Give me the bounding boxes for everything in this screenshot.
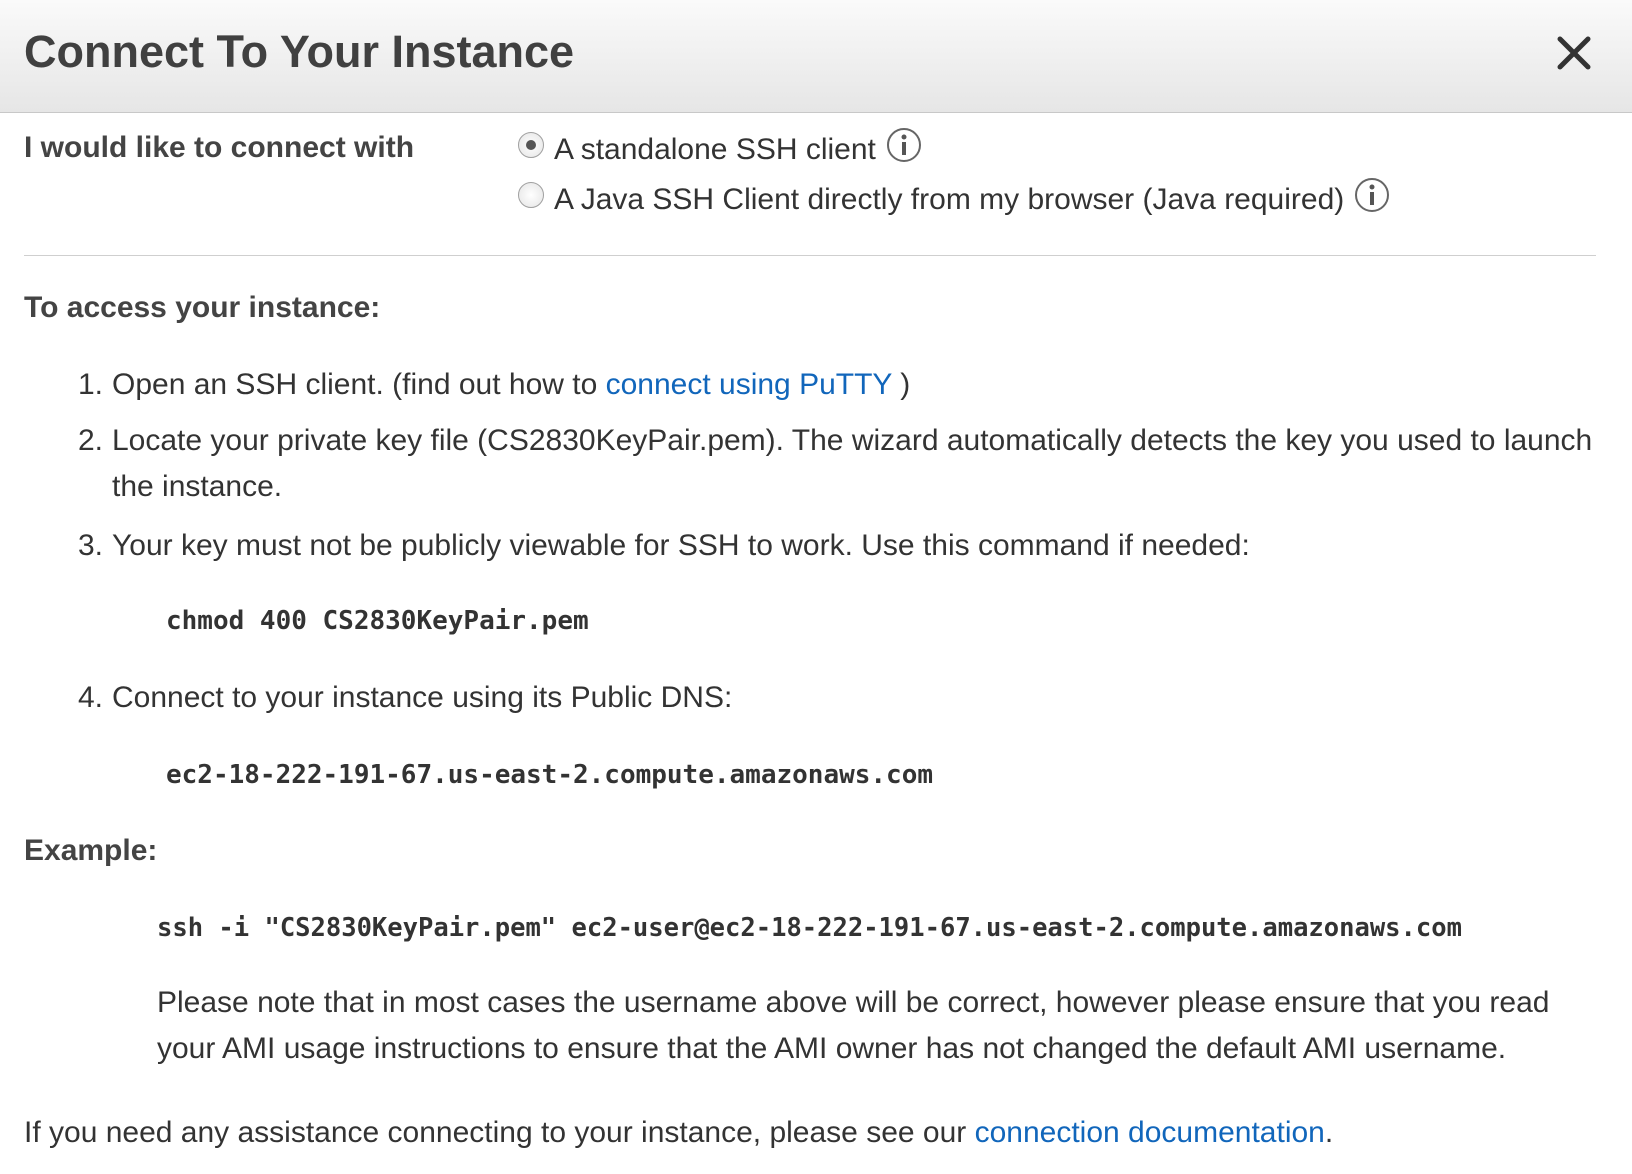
ssh-example-command: ssh -i "CS2830KeyPair.pem" ec2-user@ec2-… bbox=[157, 913, 1462, 943]
step-1: 1. Open an SSH client. (find out how to … bbox=[78, 362, 1598, 408]
footer-suffix: . bbox=[1324, 1116, 1334, 1149]
chmod-command: chmod 400 CS2830KeyPair.pem bbox=[166, 606, 589, 636]
connection-documentation-link[interactable]: connection documentation bbox=[975, 1116, 1325, 1149]
option-java-ssh[interactable]: A Java SSH Client directly from my brows… bbox=[518, 177, 1390, 220]
step-suffix: ) bbox=[891, 368, 911, 401]
radio-java-ssh[interactable] bbox=[518, 182, 544, 208]
step-number: 2. bbox=[78, 424, 104, 457]
info-icon[interactable] bbox=[886, 127, 922, 163]
step-text: Connect to your instance using its Publi… bbox=[112, 681, 733, 714]
step-number: 3. bbox=[78, 529, 104, 562]
dialog-header: Connect To Your Instance bbox=[0, 0, 1632, 113]
footer-text: If you need any assistance connecting to… bbox=[24, 1116, 975, 1149]
step-number: 4. bbox=[78, 681, 104, 714]
section-divider bbox=[24, 255, 1596, 256]
option-standalone-ssh-label: A standalone SSH client bbox=[554, 133, 876, 166]
info-icon[interactable] bbox=[1354, 177, 1390, 213]
option-java-ssh-label: A Java SSH Client directly from my brows… bbox=[554, 183, 1345, 216]
step-2: 2. Locate your private key file (CS2830K… bbox=[78, 418, 1598, 510]
radio-standalone-ssh[interactable] bbox=[518, 132, 544, 158]
step-text: Open an SSH client. (find out how to bbox=[112, 368, 606, 401]
step-number: 1. bbox=[78, 368, 104, 401]
option-standalone-ssh[interactable]: A standalone SSH client bbox=[518, 127, 922, 170]
step-3: 3. Your key must not be publicly viewabl… bbox=[78, 523, 1598, 569]
username-note: Please note that in most cases the usern… bbox=[157, 986, 1550, 1065]
public-dns: ec2-18-222-191-67.us-east-2.compute.amaz… bbox=[166, 760, 934, 790]
step-text: Your key must not be publicly viewable f… bbox=[112, 529, 1250, 562]
step-text: Locate your private key file (CS2830KeyP… bbox=[112, 424, 1593, 503]
connect-with-label: I would like to connect with bbox=[24, 131, 415, 164]
example-heading: Example: bbox=[24, 834, 158, 867]
putty-link[interactable]: connect using PuTTY bbox=[606, 368, 892, 401]
dialog-title: Connect To Your Instance bbox=[24, 26, 575, 77]
step-4: 4. Connect to your instance using its Pu… bbox=[78, 675, 1598, 721]
access-heading: To access your instance: bbox=[24, 291, 381, 324]
assistance-footer: If you need any assistance connecting to… bbox=[24, 1113, 1333, 1153]
close-x-icon[interactable] bbox=[1554, 33, 1594, 73]
